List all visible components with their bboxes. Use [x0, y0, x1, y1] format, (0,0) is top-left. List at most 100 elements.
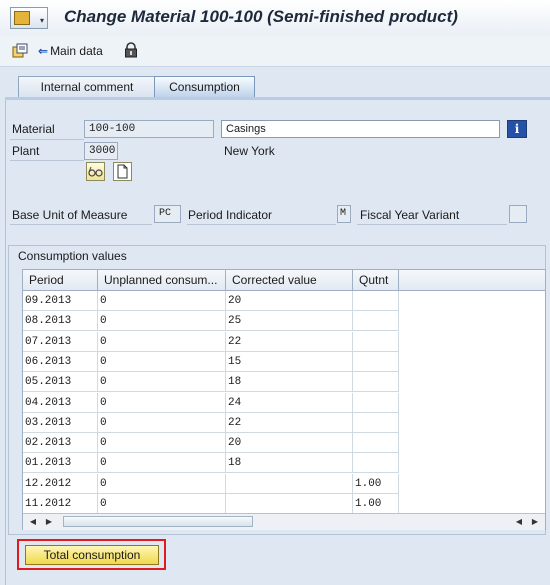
- other-material-icon[interactable]: [12, 43, 28, 58]
- period-indicator-field[interactable]: M: [337, 205, 351, 223]
- horizontal-scrollbar[interactable]: ◀ ▶ ◀ ▶: [23, 513, 545, 530]
- cell-qutnt[interactable]: [353, 412, 399, 433]
- column-header-qutnt[interactable]: Qutnt: [353, 270, 399, 290]
- column-header-corrected[interactable]: Corrected value: [226, 270, 353, 290]
- cell-unplanned: 0: [98, 473, 226, 494]
- cell-qutnt[interactable]: [353, 433, 399, 454]
- divider: [187, 224, 336, 225]
- table-row: 03.2013 0 22: [23, 412, 545, 433]
- fiscal-year-variant-field[interactable]: [509, 205, 527, 223]
- fiscal-year-variant-label: Fiscal Year Variant: [360, 208, 460, 222]
- divider: [10, 139, 84, 140]
- material-field[interactable]: 100-100: [84, 120, 214, 138]
- tab-internal-comment[interactable]: Internal comment: [18, 76, 156, 97]
- cell-period: 04.2013: [23, 392, 98, 413]
- document-icon-button[interactable]: [113, 162, 132, 181]
- info-icon[interactable]: i: [507, 120, 527, 138]
- page-title: Change Material 100-100 (Semi-finished p…: [64, 7, 458, 26]
- cell-period: 05.2013: [23, 372, 98, 393]
- group-title: Consumption values: [18, 249, 127, 263]
- cell-qutnt[interactable]: [353, 331, 399, 352]
- divider: [357, 224, 507, 225]
- divider: [10, 160, 84, 161]
- cell-unplanned: 0: [98, 291, 226, 311]
- cell-corrected[interactable]: 15: [226, 351, 353, 372]
- cell-period: 12.2012: [23, 473, 98, 494]
- cell-corrected[interactable]: 18: [226, 372, 353, 393]
- table-row: 02.2013 0 20: [23, 433, 545, 454]
- table-header: Period Unplanned consum... Corrected val…: [23, 270, 545, 291]
- cell-unplanned: 0: [98, 351, 226, 372]
- scroll-left-icon[interactable]: ◀: [27, 516, 39, 528]
- system-menu-button[interactable]: ▾: [10, 7, 48, 29]
- cell-unplanned: 0: [98, 311, 226, 332]
- table-row: 04.2013 0 24: [23, 392, 545, 413]
- table-row: 12.2012 0 1.00: [23, 473, 545, 494]
- plant-field[interactable]: 3000: [84, 142, 118, 160]
- cell-qutnt[interactable]: [353, 372, 399, 393]
- cell-period: 01.2013: [23, 453, 98, 474]
- column-header-unplanned[interactable]: Unplanned consum...: [98, 270, 226, 290]
- back-arrow-icon: ⇐: [38, 44, 49, 58]
- cell-unplanned: 0: [98, 372, 226, 393]
- main-data-label: Main data: [50, 44, 103, 58]
- cell-corrected[interactable]: [226, 473, 353, 494]
- cell-qutnt[interactable]: [353, 392, 399, 413]
- scrollbar-thumb[interactable]: [63, 516, 253, 527]
- plant-description: New York: [224, 144, 275, 158]
- cell-unplanned: 0: [98, 331, 226, 352]
- cell-unplanned: 0: [98, 453, 226, 474]
- cell-corrected[interactable]: 22: [226, 412, 353, 433]
- cell-corrected[interactable]: [226, 494, 353, 514]
- cell-unplanned: 0: [98, 392, 226, 413]
- table-row: 09.2013 0 20: [23, 291, 545, 311]
- cell-corrected[interactable]: 18: [226, 453, 353, 474]
- tab-strip: Internal comment Consumption: [0, 76, 550, 98]
- lock-icon[interactable]: [124, 42, 138, 58]
- glasses-icon: [88, 166, 103, 177]
- column-header-period[interactable]: Period: [23, 270, 98, 290]
- plant-label: Plant: [12, 144, 40, 158]
- cell-period: 11.2012: [23, 494, 98, 514]
- application-toolbar: ⇐ Main data: [0, 36, 550, 67]
- cell-qutnt[interactable]: [353, 311, 399, 332]
- cell-unplanned: 0: [98, 412, 226, 433]
- table-row: 07.2013 0 22: [23, 331, 545, 352]
- base-uom-label: Base Unit of Measure: [12, 208, 128, 222]
- cell-qutnt[interactable]: [353, 351, 399, 372]
- tab-consumption[interactable]: Consumption: [154, 76, 255, 97]
- cell-corrected[interactable]: 22: [226, 331, 353, 352]
- title-bar: ▾ Change Material 100-100 (Semi-finished…: [0, 0, 550, 37]
- cell-corrected[interactable]: 20: [226, 433, 353, 454]
- material-description-field[interactable]: Casings: [221, 120, 500, 138]
- material-label: Material: [12, 122, 55, 136]
- cell-qutnt[interactable]: [353, 291, 399, 311]
- cell-period: 07.2013: [23, 331, 98, 352]
- scroll-right-icon[interactable]: ▶: [529, 516, 541, 528]
- base-uom-field[interactable]: PC: [154, 205, 181, 223]
- cell-corrected[interactable]: 25: [226, 311, 353, 332]
- main-data-button[interactable]: ⇐ Main data: [38, 43, 103, 59]
- table-row: 01.2013 0 18: [23, 453, 545, 474]
- glasses-display-icon[interactable]: [86, 162, 105, 181]
- table-row: 05.2013 0 18: [23, 372, 545, 393]
- system-menu-icon: [14, 11, 30, 25]
- divider: [10, 224, 152, 225]
- cell-period: 09.2013: [23, 291, 98, 311]
- table-row: 11.2012 0 1.00: [23, 494, 545, 514]
- document-icon: [117, 164, 128, 179]
- total-consumption-button[interactable]: Total consumption: [25, 545, 159, 565]
- period-indicator-label: Period Indicator: [188, 208, 273, 222]
- consumption-table: Period Unplanned consum... Corrected val…: [22, 269, 546, 530]
- cell-period: 08.2013: [23, 311, 98, 332]
- cell-corrected[interactable]: 20: [226, 291, 353, 311]
- tab-label: Consumption: [169, 80, 240, 94]
- cell-qutnt[interactable]: [353, 453, 399, 474]
- table-row: 06.2013 0 15: [23, 351, 545, 372]
- cell-qutnt[interactable]: 1.00: [353, 494, 399, 514]
- cell-unplanned: 0: [98, 433, 226, 454]
- scroll-right-icon[interactable]: ▶: [43, 516, 55, 528]
- scroll-left-icon[interactable]: ◀: [513, 516, 525, 528]
- cell-corrected[interactable]: 24: [226, 392, 353, 413]
- cell-qutnt[interactable]: 1.00: [353, 473, 399, 494]
